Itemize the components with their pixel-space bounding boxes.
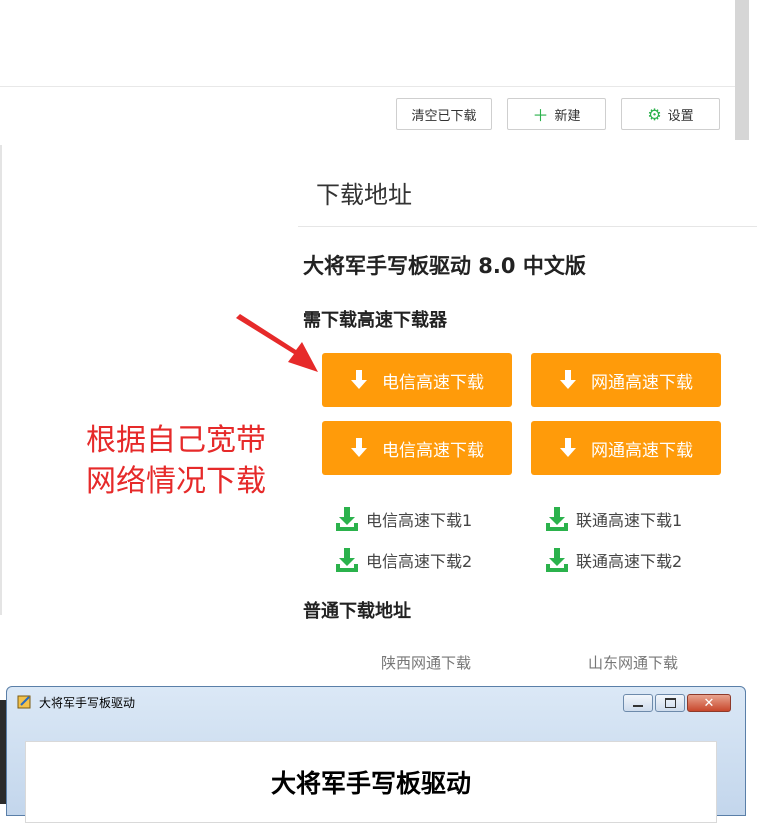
annotation-line: 网络情况下载	[86, 464, 266, 499]
green-download-icon	[336, 507, 358, 531]
shandong-netcom-link[interactable]: 山东网通下载	[588, 652, 678, 673]
button-label: 电信高速下载	[382, 372, 484, 393]
shaanxi-netcom-link[interactable]: 陕西网通下载	[381, 652, 471, 673]
netcom-fast-download-button[interactable]: 网通高速下载	[531, 421, 721, 475]
app-window: 大将军手写板驱动 ✕ 大将军手写板驱动	[6, 686, 746, 823]
scrollbar[interactable]	[735, 0, 749, 140]
minimize-icon	[633, 705, 643, 707]
clear-downloaded-button[interactable]: 清空已下载	[396, 98, 492, 130]
window-heading: 大将军手写板驱动	[270, 769, 471, 798]
maximize-button[interactable]	[655, 694, 685, 712]
clear-downloaded-label: 清空已下载	[411, 108, 477, 124]
minimize-button[interactable]	[623, 694, 653, 712]
telecom-fast-download-button[interactable]: 电信高速下载	[322, 421, 512, 475]
product-title: 大将军手写板驱动 8.0 中文版	[303, 254, 586, 278]
unicom-download-link[interactable]: 联通高速下载1	[544, 506, 682, 532]
annotation: 根据自己宽带 网络情况下载	[86, 420, 266, 502]
unicom-download-link[interactable]: 联通高速下载2	[544, 547, 682, 573]
new-label: 新建	[554, 108, 581, 124]
button-label: 网通高速下载	[591, 440, 693, 461]
download-arrow-icon	[351, 438, 367, 457]
settings-label: 设置	[667, 108, 694, 124]
button-label: 网通高速下载	[591, 372, 693, 393]
link-label: 电信高速下载1	[366, 511, 473, 530]
netcom-fast-download-button[interactable]: 网通高速下载	[531, 353, 721, 407]
plus-icon: ＋	[532, 106, 549, 125]
maximize-icon	[664, 698, 676, 708]
download-arrow-icon	[560, 438, 576, 457]
divider	[298, 226, 757, 227]
normal-download-title: 普通下载地址	[303, 601, 411, 622]
section-border	[0, 145, 2, 615]
close-icon: ✕	[703, 695, 715, 711]
link-label: 联通高速下载2	[576, 552, 683, 571]
window-titlebar[interactable]: 大将军手写板驱动 ✕	[7, 687, 745, 717]
download-arrow-icon	[560, 370, 576, 389]
close-button[interactable]: ✕	[687, 694, 731, 712]
link-label: 电信高速下载2	[366, 552, 473, 571]
window-title: 大将军手写板驱动	[39, 696, 136, 710]
window-content: 大将军手写板驱动	[25, 741, 717, 823]
settings-button[interactable]: ⚙ 设置	[621, 98, 720, 130]
telecom-download-link[interactable]: 电信高速下载1	[334, 506, 472, 532]
green-download-icon	[546, 548, 568, 572]
gear-icon: ⚙	[647, 104, 662, 124]
red-arrow-icon	[236, 314, 318, 372]
green-download-icon	[546, 507, 568, 531]
button-label: 电信高速下载	[382, 440, 484, 461]
app-icon	[17, 695, 31, 709]
link-label: 联通高速下载1	[576, 511, 683, 530]
green-download-icon	[336, 548, 358, 572]
divider	[0, 86, 735, 87]
telecom-download-link[interactable]: 电信高速下载2	[334, 547, 472, 573]
annotation-line: 根据自己宽带	[86, 423, 266, 458]
download-arrow-icon	[351, 370, 367, 389]
need-downloader-label: 需下载高速下载器	[303, 310, 447, 331]
telecom-fast-download-button[interactable]: 电信高速下载	[322, 353, 512, 407]
section-title: 下载地址	[316, 181, 412, 209]
new-button[interactable]: ＋ 新建	[507, 98, 606, 130]
